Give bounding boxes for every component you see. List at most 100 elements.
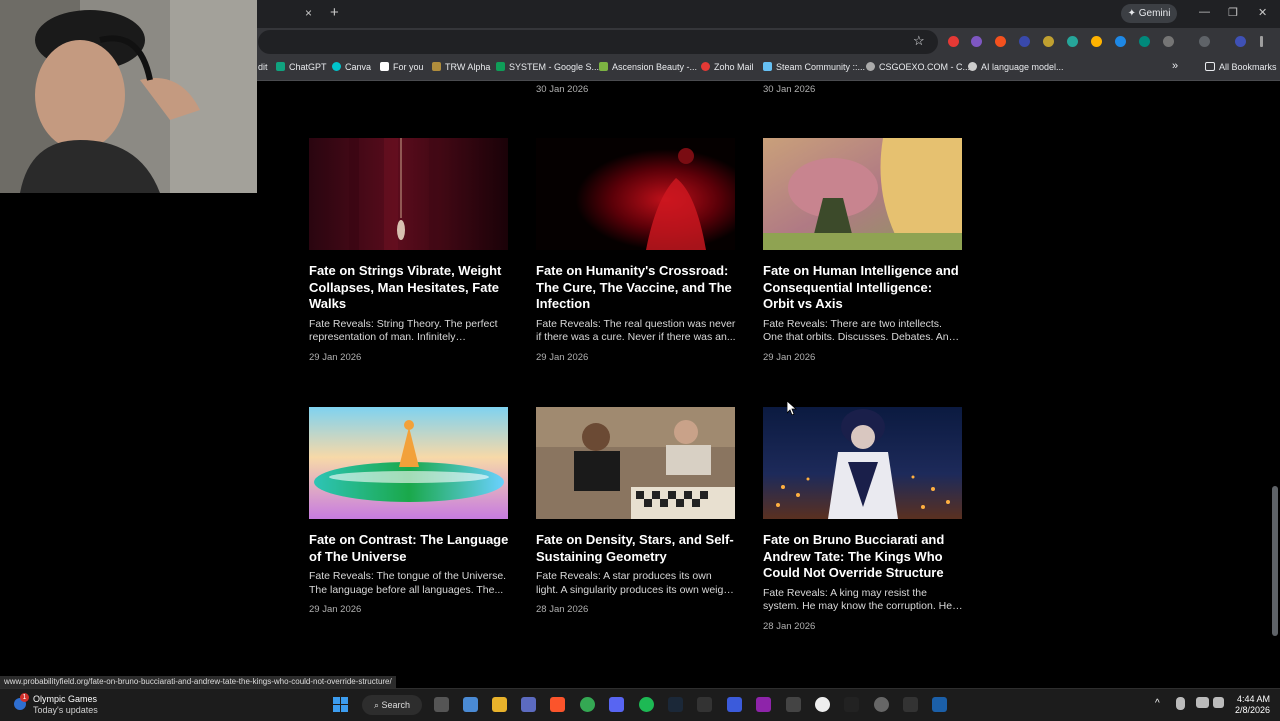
globe-icon: [968, 62, 977, 71]
discord-icon[interactable]: [609, 697, 624, 712]
app-icon[interactable]: [756, 697, 771, 712]
article-excerpt: Fate Reveals: There are two intellects. …: [763, 317, 955, 344]
profile-avatar[interactable]: [1235, 36, 1246, 47]
globe-icon: [866, 62, 875, 71]
article-thumbnail[interactable]: [536, 138, 735, 250]
article-card[interactable]: Fate on Bruno Bucciarati and Andrew Tate…: [763, 407, 963, 632]
extension-icon[interactable]: [1067, 36, 1078, 47]
article-title[interactable]: Fate on Strings Vibrate, Weight Collapse…: [309, 263, 509, 313]
bookmarks-overflow-icon[interactable]: »: [1172, 60, 1178, 72]
article-card[interactable]: Fate on Density, Stars, and Self-Sustain…: [536, 407, 736, 615]
article-title[interactable]: Fate on Humanity's Crossroad: The Cure, …: [536, 263, 736, 313]
windows-start-icon[interactable]: [333, 697, 348, 712]
extension-icon[interactable]: [1091, 36, 1102, 47]
gemini-button[interactable]: ✦ Gemini: [1121, 4, 1177, 23]
chrome-icon[interactable]: [580, 697, 595, 712]
article-title[interactable]: Fate on Bruno Bucciarati and Andrew Tate…: [763, 532, 963, 582]
bookmark-item[interactable]: Ascension Beauty -...: [599, 62, 697, 72]
all-bookmarks-button[interactable]: All Bookmarks: [1205, 62, 1277, 72]
bookmark-star-icon[interactable]: ☆: [913, 33, 925, 49]
webcam-person-image: [0, 0, 257, 193]
article-card[interactable]: Fate on Contrast: The Language of The Un…: [309, 407, 509, 615]
task-view-icon[interactable]: [434, 697, 449, 712]
tray-overflow-icon[interactable]: ^: [1155, 698, 1160, 709]
bookmark-item[interactable]: Zoho Mail: [701, 62, 754, 72]
app-icon[interactable]: [874, 697, 889, 712]
tradingview-icon[interactable]: [844, 697, 859, 712]
taskbar-search[interactable]: ⌕ Search: [362, 695, 422, 715]
extension-icon[interactable]: [1019, 36, 1030, 47]
search-icon: ⌕: [373, 700, 382, 710]
extensions-puzzle-icon[interactable]: [1163, 36, 1174, 47]
bookmark-item[interactable]: Steam Community ::...: [763, 62, 865, 72]
new-tab-button[interactable]: +: [330, 4, 339, 21]
copilot-icon[interactable]: [463, 697, 478, 712]
bookmark-item[interactable]: Canva: [332, 62, 371, 72]
article-excerpt: Fate Reveals: A star produces its own li…: [536, 570, 736, 596]
menu-dots-icon[interactable]: [1260, 36, 1263, 47]
volume-icon[interactable]: [1213, 697, 1224, 708]
bookmark-item[interactable]: For you: [380, 62, 424, 72]
bookmark-item[interactable]: CSGOEXO.COM - C...: [866, 62, 970, 72]
article-date: 29 Jan 2026: [309, 351, 362, 363]
article-thumbnail[interactable]: [309, 407, 508, 519]
article-thumbnail[interactable]: [309, 138, 508, 250]
bookmark-item[interactable]: TRW Alpha: [432, 62, 490, 72]
app-icon[interactable]: [786, 697, 801, 712]
article-title[interactable]: Fate on Human Intelligence and Consequen…: [763, 263, 963, 313]
article-thumbnail[interactable]: [763, 138, 962, 250]
article-thumbnail[interactable]: [536, 407, 735, 519]
app-icon[interactable]: [903, 697, 918, 712]
maximize-button[interactable]: ❐: [1228, 6, 1238, 19]
settings-icon[interactable]: [521, 697, 536, 712]
article-excerpt: Fate Reveals: The real question was neve…: [536, 317, 736, 344]
extension-icon[interactable]: [948, 36, 959, 47]
article-excerpt: Fate Reveals: String Theory. The perfect…: [309, 317, 498, 344]
bookmark-item[interactable]: ChatGPT: [276, 62, 327, 72]
tab-close-icon[interactable]: ×: [305, 6, 312, 20]
extension-icon[interactable]: [1115, 36, 1126, 47]
minimize-button[interactable]: —: [1199, 6, 1210, 18]
chatgpt-icon[interactable]: [815, 697, 830, 712]
file-explorer-icon[interactable]: [492, 697, 507, 712]
side-panel-icon[interactable]: [1199, 36, 1210, 47]
article-date: 28 Jan 2026: [763, 620, 816, 632]
bookmark-item[interactable]: AI language model...: [968, 62, 1064, 72]
article-date: 30 Jan 2026: [763, 84, 816, 95]
bookmark-item[interactable]: dit: [258, 62, 268, 72]
news-widget[interactable]: Olympic Games Today's updates: [33, 694, 98, 716]
article-date: 30 Jan 2026: [536, 84, 589, 95]
active-tab[interactable]: [258, 2, 322, 28]
steam-icon[interactable]: [668, 697, 683, 712]
app-icon[interactable]: [727, 697, 742, 712]
article-thumbnail[interactable]: [763, 407, 962, 519]
address-bar[interactable]: [258, 30, 938, 54]
extension-icon[interactable]: [995, 36, 1006, 47]
mouse-cursor-icon: [787, 401, 797, 415]
network-icon[interactable]: [1196, 697, 1209, 708]
epic-games-icon[interactable]: [697, 697, 712, 712]
extension-icon[interactable]: [1139, 36, 1150, 47]
spotify-icon[interactable]: [639, 697, 654, 712]
news-subtitle: Today's updates: [33, 705, 98, 715]
steam-icon[interactable]: [932, 697, 947, 712]
page-scrollbar[interactable]: [1272, 486, 1278, 636]
canva-icon: [332, 62, 341, 71]
bookmark-item[interactable]: SYSTEM - Google S...: [496, 62, 599, 72]
clock-time: 4:44 AM: [1236, 694, 1270, 704]
webcam-overlay: [0, 0, 257, 193]
news-title: Olympic Games: [33, 694, 98, 704]
taskbar-clock[interactable]: 4:44 AM 2/8/2026: [1230, 694, 1270, 716]
microphone-icon[interactable]: [1176, 697, 1185, 710]
article-title[interactable]: Fate on Contrast: The Language of The Un…: [309, 532, 509, 565]
article-excerpt: Fate Reveals: The tongue of the Universe…: [309, 570, 507, 596]
close-window-button[interactable]: ✕: [1258, 6, 1267, 19]
article-card[interactable]: Fate on Strings Vibrate, Weight Collapse…: [309, 138, 509, 363]
extension-icon[interactable]: [971, 36, 982, 47]
chatgpt-icon: [276, 62, 285, 71]
extension-icon[interactable]: [1043, 36, 1054, 47]
brave-icon[interactable]: [550, 697, 565, 712]
article-title[interactable]: Fate on Density, Stars, and Self-Sustain…: [536, 532, 736, 565]
article-card[interactable]: Fate on Human Intelligence and Consequen…: [763, 138, 963, 363]
article-card[interactable]: Fate on Humanity's Crossroad: The Cure, …: [536, 138, 736, 363]
